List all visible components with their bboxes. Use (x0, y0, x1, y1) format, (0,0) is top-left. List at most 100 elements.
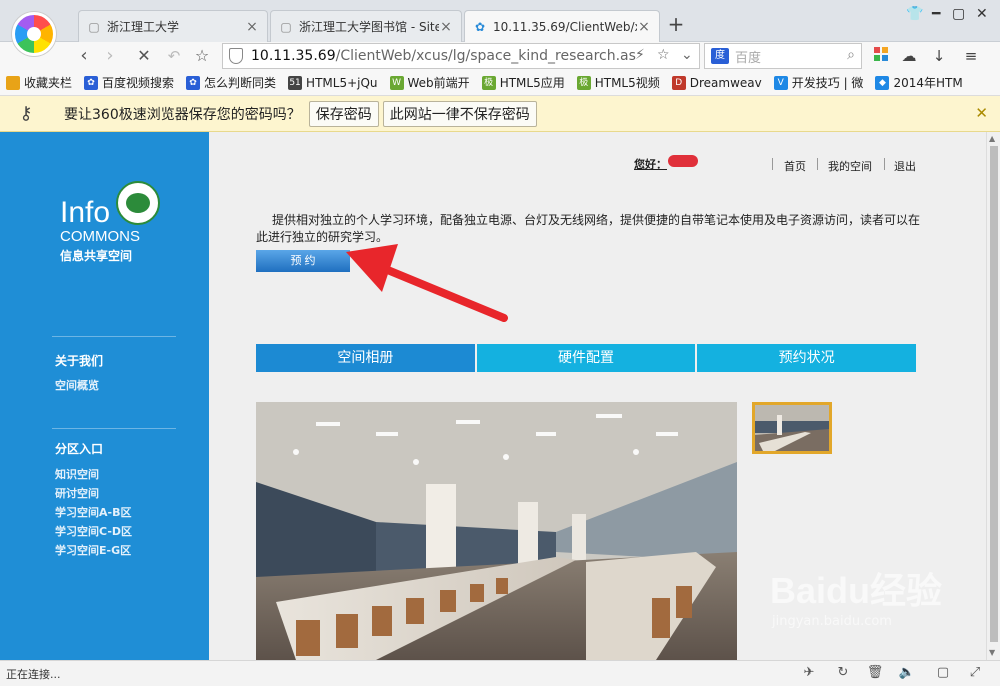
browser-tab-strip: ▢ 浙江理工大学 × ▢ 浙江理工大学图书馆 - Site × ✿ 10.11.… (0, 0, 1000, 56)
close-icon[interactable]: × (439, 19, 453, 35)
sidebar-link-discussion-space[interactable]: 研讨空间 (55, 485, 99, 501)
bookmark-item[interactable]: D Dreamweav (671, 75, 762, 90)
search-placeholder: 百度 (735, 50, 762, 66)
greeting: 您好： (634, 158, 667, 171)
divider (817, 158, 818, 170)
download-icon[interactable]: ↓ (928, 45, 950, 67)
sidebar-link-study-ab[interactable]: 学习空间A-B区 (55, 504, 131, 520)
document-icon: ▢ (88, 19, 100, 34)
watermark-brand: Baidu经验 (770, 570, 943, 611)
bookmark-item[interactable]: 收藏夹栏 (6, 74, 72, 91)
bookmark-item[interactable]: 极 HTML5应用 (481, 74, 565, 91)
nav-home-link[interactable]: 首页 (784, 158, 806, 174)
jiao-icon: 极 (576, 75, 591, 90)
sidebar-link-study-eg[interactable]: 学习空间E-G区 (55, 542, 131, 558)
cloud-sync-icon[interactable]: ☁ (898, 45, 920, 67)
scrollbar-thumb[interactable] (990, 146, 998, 642)
sidebar-link-study-cd[interactable]: 学习空间C-D区 (55, 523, 132, 539)
bookmark-label: HTML5应用 (499, 76, 565, 90)
bookmark-item[interactable]: ✿ 百度视频搜索 (84, 74, 174, 91)
divider (884, 158, 885, 170)
chevron-down-icon[interactable]: ⌄ (681, 47, 693, 63)
maximize-icon[interactable]: ▢ (952, 6, 965, 22)
sidebar: Info COMMONS 信息共享空间 关于我们 空间概览 分区入口 知识空间 … (0, 132, 209, 660)
favorite-star-icon[interactable]: ☆ (190, 44, 214, 68)
browser-tab-3[interactable]: ✿ 10.11.35.69/ClientWeb/xcu × (464, 10, 660, 43)
url-host: 10.11.35.69 (251, 48, 336, 64)
divider (52, 336, 176, 337)
back-icon[interactable]: ‹ (72, 44, 96, 68)
scroll-up-icon[interactable]: ▲ (989, 134, 995, 143)
save-password-button[interactable]: 保存密码 (308, 100, 379, 127)
pin-icon[interactable]: ✈ (800, 665, 818, 683)
brand-chinese: 信息共享空间 (60, 249, 133, 263)
vertical-scrollbar[interactable]: ▲ ▼ (986, 132, 1000, 660)
v-icon: V (773, 75, 788, 90)
bookmark-item[interactable]: W Web前端开 (389, 74, 470, 91)
bookmark-label: 开发技巧 | 微 (791, 76, 864, 90)
bookmark-label: Dreamweav (689, 75, 762, 90)
photo-thumbnail[interactable] (752, 402, 832, 454)
bookmark-label: 2014年HTM (893, 76, 963, 90)
bookmark-label: 收藏夹栏 (24, 76, 73, 90)
bookmark-label: HTML5视频 (594, 76, 660, 90)
bookmark-item[interactable]: ◆ 2014年HTM (875, 74, 963, 91)
baidu-search-engine-icon[interactable]: 度 (711, 48, 729, 64)
brand-commons: COMMONS (60, 228, 140, 245)
browser-logo-icon[interactable] (12, 12, 56, 56)
refresh-icon[interactable]: ↻ (834, 665, 852, 683)
tab-hardware-config[interactable]: 硬件配置 (476, 344, 696, 372)
watermark-url: jingyan.baidu.com (772, 614, 892, 629)
nav-logout-link[interactable]: 退出 (894, 158, 916, 174)
menu-icon[interactable]: ≡ (960, 45, 982, 67)
browser-tab-2[interactable]: ▢ 浙江理工大学图书馆 - Site × (270, 10, 462, 42)
folder-icon (6, 75, 20, 90)
address-toolbar: ‹ › ✕ ↶ ☆ 10.11.35.69/ClientWeb/xcus/lg/… (0, 42, 1000, 70)
forward-icon[interactable]: › (98, 44, 122, 68)
never-save-password-button[interactable]: 此网站一律不保存密码 (382, 100, 537, 127)
fullscreen-icon[interactable]: ⤢ (966, 665, 984, 683)
brand-info: Info (60, 196, 111, 229)
web-icon: W (389, 75, 404, 90)
sound-icon[interactable]: 🔈 (898, 665, 916, 683)
skin-icon[interactable]: 👕 (906, 6, 923, 22)
close-icon[interactable]: × (245, 19, 259, 35)
trash-icon[interactable]: 🗑 (866, 665, 884, 683)
window-icon[interactable]: ▢ (934, 665, 952, 683)
nav-my-space-link[interactable]: 我的空间 (828, 158, 872, 174)
jiao-icon: 极 (481, 75, 496, 90)
sidebar-link-space-overview[interactable]: 空间概览 (55, 377, 99, 393)
search-box[interactable]: 度 百度 ⌕ (704, 43, 862, 69)
undo-icon[interactable]: ↶ (162, 44, 186, 68)
password-prompt: 要让360极速浏览器保存您的密码吗？ (64, 106, 301, 123)
redacted-username (668, 155, 698, 167)
bookmark-item[interactable]: 51 HTML5+jQu (288, 75, 378, 90)
bookmark-star-icon[interactable]: ☆ (657, 47, 670, 63)
tab-reservation-status[interactable]: 预约状况 (697, 344, 917, 372)
save-password-bar: ⚷ 要让360极速浏览器保存您的密码吗？ 保存密码 此网站一律不保存密码 ✕ (0, 96, 1000, 132)
address-bar[interactable]: 10.11.35.69/ClientWeb/xcus/lg/space_kind… (222, 43, 700, 69)
close-window-icon[interactable]: ✕ (976, 6, 988, 22)
close-icon[interactable]: ✕ (975, 104, 988, 122)
lightning-icon[interactable]: ⚡ (635, 47, 645, 63)
status-bar: 正在连接... ✈ ↻ 🗑 🔈 ▢ ⤢ (0, 660, 1000, 686)
browser-tab-1[interactable]: ▢ 浙江理工大学 × (78, 10, 268, 42)
search-icon[interactable]: ⌕ (847, 47, 855, 63)
reserve-button[interactable]: 预 约 (256, 250, 350, 272)
new-tab-button[interactable]: + (666, 12, 686, 36)
dw-icon: D (671, 75, 686, 90)
brand-logo[interactable]: Info COMMONS 信息共享空间 (60, 196, 140, 264)
divider (52, 428, 176, 429)
bookmark-item[interactable]: ✿ 怎么判断同类 (186, 74, 276, 91)
bookmark-item[interactable]: V 开发技巧 | 微 (773, 74, 864, 91)
stop-icon[interactable]: ✕ (132, 44, 156, 68)
close-icon[interactable]: × (637, 19, 651, 35)
section-zones-title: 分区入口 (55, 442, 104, 456)
scroll-down-icon[interactable]: ▼ (989, 648, 995, 657)
bookmark-item[interactable]: 极 HTML5视频 (576, 74, 660, 91)
sidebar-link-knowledge-space[interactable]: 知识空间 (55, 466, 99, 482)
tab-space-album[interactable]: 空间相册 (256, 344, 475, 372)
minimize-icon[interactable]: ━ (932, 6, 940, 22)
apps-grid-icon[interactable] (870, 45, 892, 67)
key-icon: ⚷ (19, 103, 33, 124)
